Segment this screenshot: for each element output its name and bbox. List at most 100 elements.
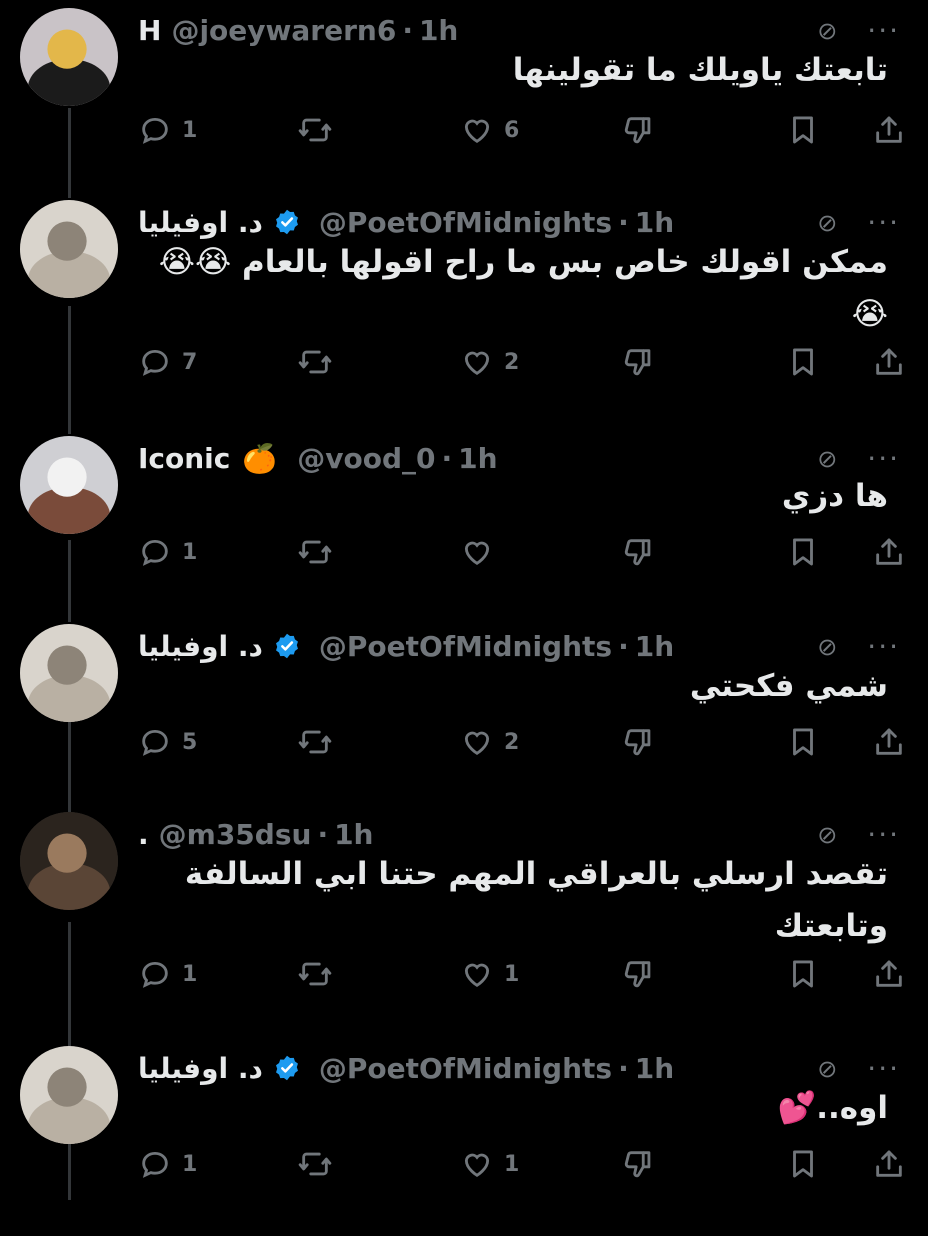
like-button[interactable]: 1 <box>460 1147 519 1181</box>
likes-count: 6 <box>504 117 520 143</box>
tweet[interactable]: . @m35dsu · 1h ⊘ ··· تقصد ارسلي بالعراقي المهم… <box>0 812 928 1002</box>
retweet-button[interactable] <box>298 345 342 379</box>
timestamp[interactable]: 1h <box>334 818 373 851</box>
reply-button[interactable]: 7 <box>138 345 197 379</box>
tweet-actions: 1 <box>138 532 908 572</box>
share-button[interactable] <box>872 957 906 991</box>
avatar[interactable] <box>20 624 118 722</box>
avatar[interactable] <box>20 812 118 910</box>
tweet-actions: 52 <box>138 722 908 762</box>
tweet-text: ها دزي <box>781 478 888 514</box>
tweet-top-icons: ⊘ ··· <box>817 630 900 663</box>
avatar[interactable] <box>20 200 118 298</box>
tweet-top-icons: ⊘ ··· <box>817 818 900 851</box>
like-button[interactable]: 6 <box>460 113 519 147</box>
display-name[interactable]: . <box>138 818 149 851</box>
bookmark-icon <box>786 113 820 147</box>
dislike-button[interactable] <box>622 345 656 379</box>
separator: · <box>618 1051 629 1085</box>
reply-button[interactable]: 1 <box>138 1147 197 1181</box>
share-button[interactable] <box>872 535 906 569</box>
dislike-button[interactable] <box>622 113 656 147</box>
dislike-icon <box>622 113 656 147</box>
tweet-text: شمي فكحتي <box>689 668 888 704</box>
timestamp[interactable]: 1h <box>635 206 674 239</box>
handle[interactable]: @PoetOfMidnights <box>319 630 612 663</box>
slashed-circle-icon[interactable]: ⊘ <box>817 633 837 661</box>
bookmark-button[interactable] <box>786 345 820 379</box>
like-button[interactable]: 2 <box>460 345 519 379</box>
share-button[interactable] <box>872 1147 906 1181</box>
share-button[interactable] <box>872 345 906 379</box>
likes-count: 2 <box>504 349 520 375</box>
tweet-text: تابعتك ياويلك ما تقولينها <box>512 52 888 88</box>
retweet-button[interactable] <box>298 725 342 759</box>
tweet[interactable]: H @joeywarern6 · 1h ⊘ ··· تابعتك ياويلك ما تقو… <box>0 8 928 198</box>
dislike-button[interactable] <box>622 957 656 991</box>
handle[interactable]: @PoetOfMidnights <box>319 1052 612 1085</box>
retweet-button[interactable] <box>298 113 342 147</box>
likes-count: 2 <box>504 729 520 755</box>
handle[interactable]: @m35dsu <box>159 818 312 851</box>
more-icon[interactable]: ··· <box>867 206 900 239</box>
reply-icon <box>138 725 172 759</box>
handle[interactable]: @joeywarern6 <box>171 14 396 47</box>
reply-button[interactable]: 1 <box>138 957 197 991</box>
display-name[interactable]: د. اوفيليا <box>138 206 263 239</box>
more-icon[interactable]: ··· <box>867 818 900 851</box>
tweet-text: اوه..💕 <box>777 1090 888 1126</box>
reply-button[interactable]: 5 <box>138 725 197 759</box>
tweet[interactable]: Iconic 🍊 @vood_0 · 1h ⊘ ··· ها دزي 1 <box>0 436 928 626</box>
retweet-button[interactable] <box>298 535 342 569</box>
bookmark-button[interactable] <box>786 725 820 759</box>
timestamp[interactable]: 1h <box>419 14 458 47</box>
likes-count: 1 <box>504 1151 520 1177</box>
share-button[interactable] <box>872 725 906 759</box>
retweet-button[interactable] <box>298 957 342 991</box>
tweet[interactable]: د. اوفيليا @PoetOfMidnights · 1h ⊘ ··· ممكن اق… <box>0 200 928 390</box>
dislike-icon <box>622 345 656 379</box>
avatar[interactable] <box>20 8 118 106</box>
slashed-circle-icon[interactable]: ⊘ <box>817 821 837 849</box>
heart-icon <box>460 725 494 759</box>
share-button[interactable] <box>872 113 906 147</box>
avatar[interactable] <box>20 436 118 534</box>
timestamp[interactable]: 1h <box>635 630 674 663</box>
like-button[interactable]: 2 <box>460 725 519 759</box>
slashed-circle-icon[interactable]: ⊘ <box>817 1055 837 1083</box>
more-icon[interactable]: ··· <box>867 14 900 47</box>
handle[interactable]: @PoetOfMidnights <box>319 206 612 239</box>
reply-icon <box>138 113 172 147</box>
reply-button[interactable]: 1 <box>138 535 197 569</box>
replies-count: 1 <box>182 117 198 143</box>
like-button[interactable] <box>460 535 504 569</box>
display-name[interactable]: H <box>138 14 161 47</box>
more-icon[interactable]: ··· <box>867 630 900 663</box>
like-button[interactable]: 1 <box>460 957 519 991</box>
display-name[interactable]: د. اوفيليا <box>138 1052 263 1085</box>
heart-icon <box>460 957 494 991</box>
retweet-button[interactable] <box>298 1147 342 1181</box>
bookmark-button[interactable] <box>786 1147 820 1181</box>
tweet[interactable]: د. اوفيليا @PoetOfMidnights · 1h ⊘ ··· شمي فكح… <box>0 624 928 814</box>
bookmark-icon <box>786 345 820 379</box>
slashed-circle-icon[interactable]: ⊘ <box>817 209 837 237</box>
bookmark-button[interactable] <box>786 113 820 147</box>
timestamp[interactable]: 1h <box>635 1052 674 1085</box>
display-name[interactable]: د. اوفيليا <box>138 630 263 663</box>
bookmark-button[interactable] <box>786 535 820 569</box>
avatar[interactable] <box>20 1046 118 1144</box>
retweet-icon <box>298 345 332 379</box>
bookmark-button[interactable] <box>786 957 820 991</box>
heart-icon <box>460 113 494 147</box>
dislike-button[interactable] <box>622 535 656 569</box>
dislike-button[interactable] <box>622 725 656 759</box>
slashed-circle-icon[interactable]: ⊘ <box>817 17 837 45</box>
more-icon[interactable]: ··· <box>867 1052 900 1085</box>
tweet[interactable]: د. اوفيليا @PoetOfMidnights · 1h ⊘ ··· اوه..💕 1… <box>0 1046 928 1236</box>
slashed-circle-icon[interactable]: ⊘ <box>817 445 837 473</box>
reply-button[interactable]: 1 <box>138 113 197 147</box>
share-icon <box>872 957 906 991</box>
dislike-button[interactable] <box>622 1147 656 1181</box>
dislike-icon <box>622 725 656 759</box>
